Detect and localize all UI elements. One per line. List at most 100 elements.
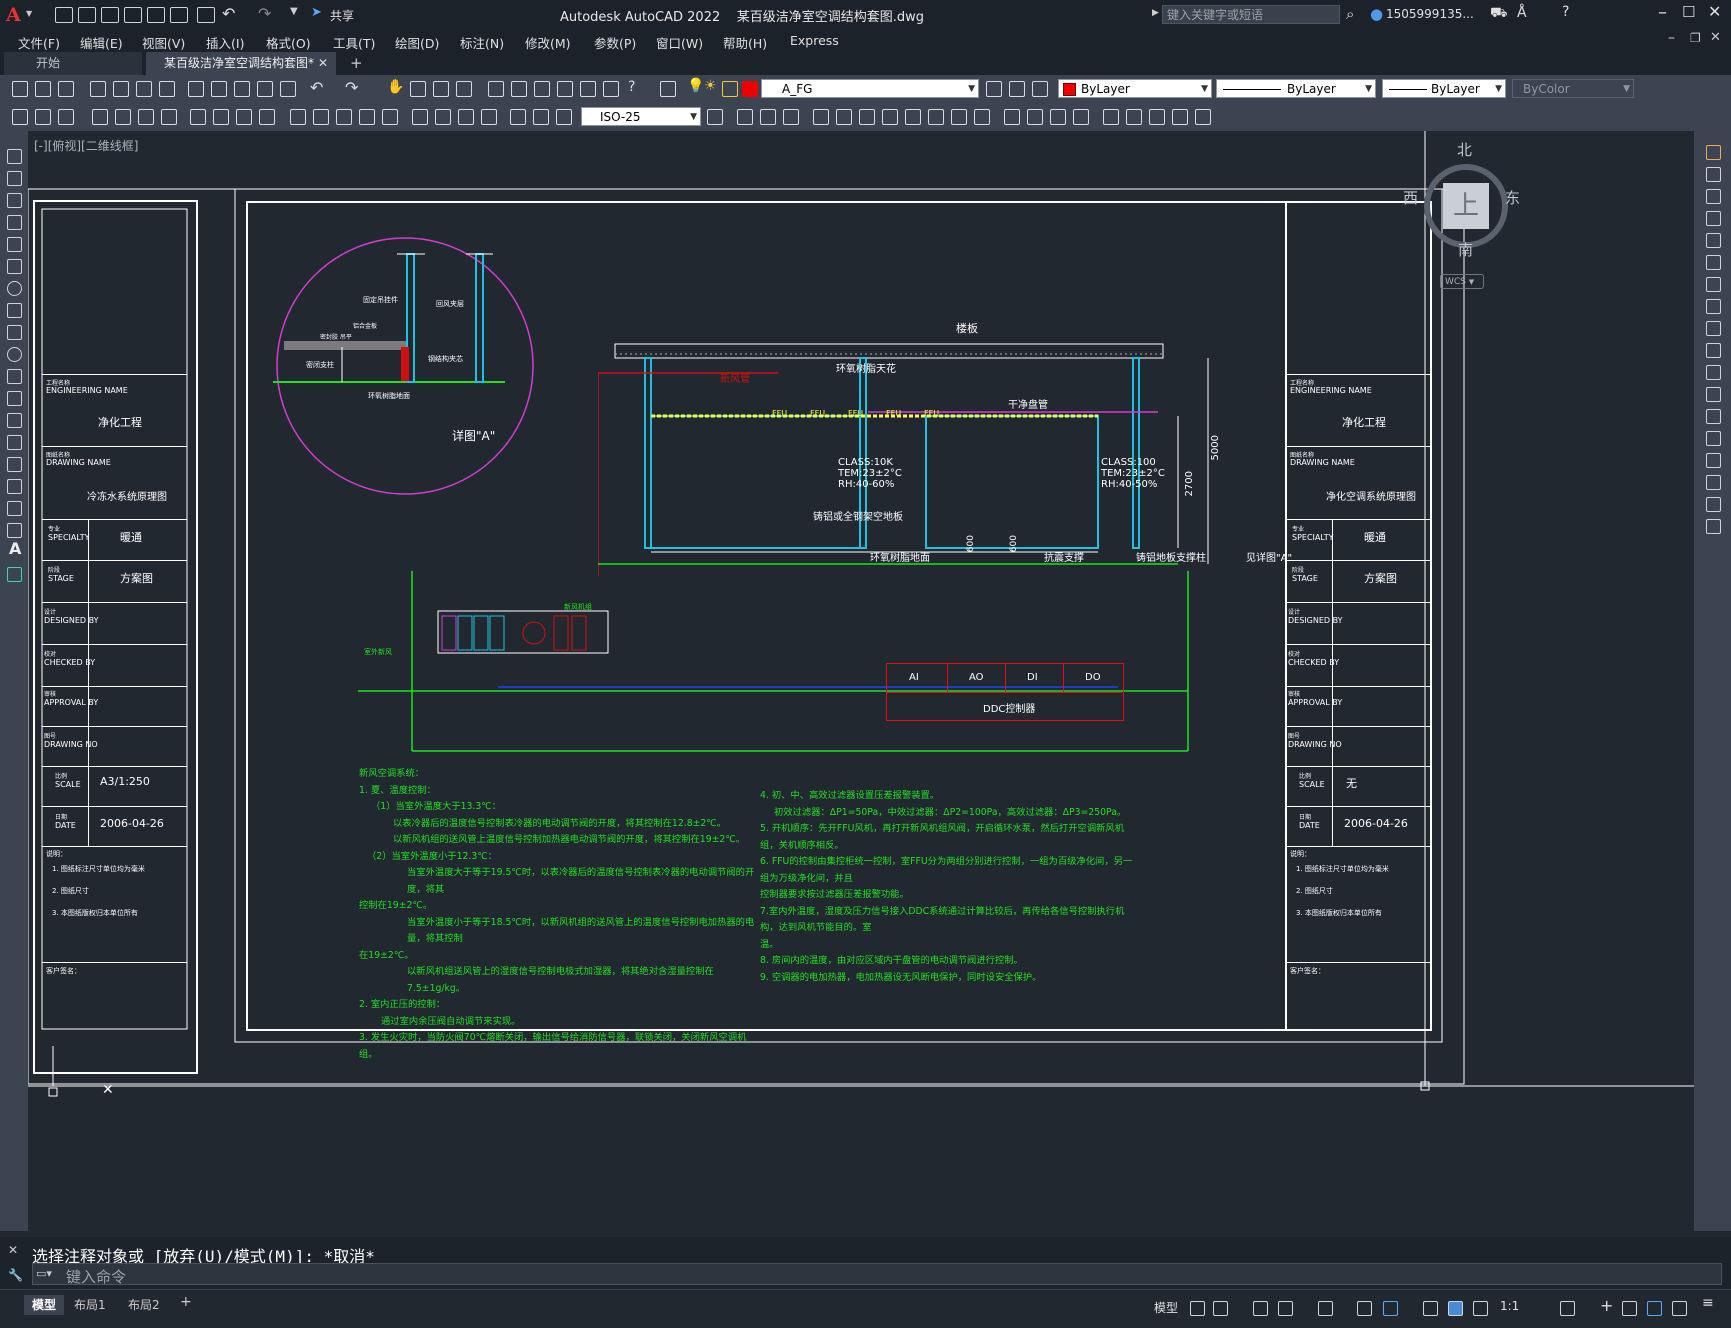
- maximize-icon[interactable]: ☐: [1682, 3, 1695, 21]
- fillet-tool-icon[interactable]: [1706, 475, 1721, 490]
- doc-minimize-icon[interactable]: –: [1668, 30, 1675, 46]
- plotstyle-dropdown[interactable]: ByColor ▼: [1512, 79, 1634, 98]
- share-button[interactable]: 共享: [330, 7, 354, 24]
- extend-tool-icon[interactable]: [1706, 365, 1721, 380]
- angular-dim-icon[interactable]: [259, 109, 275, 125]
- offset-icon[interactable]: [813, 109, 829, 125]
- center-mark-icon[interactable]: [435, 109, 451, 125]
- extend-icon[interactable]: [974, 109, 990, 125]
- new-tab-plus-icon[interactable]: +: [350, 54, 363, 72]
- auto-scale-icon[interactable]: [1473, 1301, 1488, 1316]
- menu-view[interactable]: 视图(V): [142, 33, 185, 52]
- selection-cycling-icon[interactable]: [1423, 1301, 1438, 1316]
- make-block-icon[interactable]: [7, 413, 22, 428]
- polyline-icon[interactable]: [7, 193, 22, 208]
- clean-screen-icon[interactable]: [1672, 1301, 1687, 1316]
- keyword-search-input[interactable]: 键入关键字或短语: [1162, 5, 1340, 24]
- add-selected-icon[interactable]: [7, 567, 22, 582]
- properties-icon[interactable]: [488, 81, 504, 97]
- markup-icon[interactable]: [580, 81, 596, 97]
- menu-modify[interactable]: 修改(M): [525, 33, 571, 52]
- match-properties-icon[interactable]: [1126, 109, 1142, 125]
- inspect-icon[interactable]: [458, 109, 474, 125]
- publish-icon[interactable]: [136, 81, 152, 97]
- close-cmd-icon[interactable]: ✕: [8, 1243, 18, 1257]
- menu-draw[interactable]: 绘图(D): [395, 33, 439, 52]
- new-file-icon[interactable]: [55, 7, 73, 23]
- construction-line-icon[interactable]: [7, 171, 22, 186]
- table-icon[interactable]: [7, 523, 22, 538]
- viewcube-west[interactable]: 西: [1403, 187, 1418, 208]
- viewcube-top-face[interactable]: 上: [1443, 183, 1489, 229]
- dimstyle-manager-icon[interactable]: [707, 109, 723, 125]
- blend-curves-icon[interactable]: [1706, 497, 1721, 512]
- group-icon[interactable]: [1149, 109, 1165, 125]
- viewcube-east[interactable]: 东: [1505, 187, 1520, 208]
- tab-close-icon[interactable]: ✕: [318, 52, 328, 75]
- draworder-icon[interactable]: [12, 109, 28, 125]
- erase-tool-icon[interactable]: [1706, 145, 1721, 160]
- mirror-tool-icon[interactable]: [1706, 189, 1721, 204]
- annotation-scale[interactable]: 1:1: [1500, 1299, 1519, 1313]
- quickcalc-icon[interactable]: [603, 81, 619, 97]
- rectangle-icon[interactable]: [7, 237, 22, 252]
- command-recent-icon[interactable]: ▭▾: [36, 1267, 52, 1280]
- zoom-realtime-icon[interactable]: [410, 81, 426, 97]
- user-icon[interactable]: ●: [1370, 5, 1383, 23]
- line-tool-icon[interactable]: [7, 149, 22, 164]
- ortho-icon[interactable]: [1253, 1301, 1268, 1316]
- pan-icon[interactable]: ✋: [387, 79, 404, 95]
- offset-tool-icon[interactable]: [1706, 211, 1721, 226]
- layer-freeze-icon[interactable]: ☀: [704, 78, 717, 94]
- layer-on-icon[interactable]: 💡: [687, 78, 704, 94]
- polar-icon[interactable]: [1278, 1301, 1293, 1316]
- menu-parametric[interactable]: 参数(P): [594, 33, 636, 52]
- layout-tab-model[interactable]: 模型: [24, 1295, 65, 1315]
- model-space-button[interactable]: 模型: [1154, 1299, 1178, 1316]
- autocad-logo-icon[interactable]: A: [6, 4, 21, 26]
- break-point-icon[interactable]: [1706, 387, 1721, 402]
- tolerance-icon[interactable]: [412, 109, 428, 125]
- match-prop-icon[interactable]: [257, 81, 273, 97]
- wcs-menu[interactable]: WCS ▼: [1440, 274, 1484, 289]
- scale-tool-icon[interactable]: [1706, 299, 1721, 314]
- ungroup-icon[interactable]: [1172, 109, 1188, 125]
- arc-length-icon[interactable]: [138, 109, 154, 125]
- plus-icon[interactable]: +: [1600, 1296, 1613, 1315]
- aligned-dim-icon[interactable]: [115, 109, 131, 125]
- copy-object-icon[interactable]: [760, 109, 776, 125]
- jogged-linear-icon[interactable]: [481, 109, 497, 125]
- stretch-tool-icon[interactable]: [1706, 321, 1721, 336]
- trim-tool-icon[interactable]: [1706, 343, 1721, 358]
- annotation-visibility-icon[interactable]: [1448, 1301, 1463, 1316]
- make-current-icon[interactable]: [986, 81, 1002, 97]
- customization-menu-icon[interactable]: ≡: [1702, 1295, 1714, 1311]
- help-icon[interactable]: ?: [1562, 4, 1569, 20]
- layer-dropdown[interactable]: A_FG ▼: [761, 79, 979, 98]
- grid-icon[interactable]: [1190, 1301, 1205, 1316]
- cart-icon[interactable]: ⛟: [1490, 5, 1508, 23]
- chamfer-icon[interactable]: [1050, 109, 1066, 125]
- layer-properties-icon[interactable]: [660, 81, 676, 97]
- workspace-gear-icon[interactable]: [1560, 1301, 1575, 1316]
- command-input[interactable]: [32, 1263, 1722, 1285]
- zoom-previous-icon[interactable]: [456, 81, 472, 97]
- zoom-window-icon[interactable]: [433, 81, 449, 97]
- lineweight-dropdown[interactable]: ByLayer ▼: [1382, 79, 1506, 98]
- doc-restore-icon[interactable]: ❐: [1690, 31, 1701, 45]
- ellipse-arc-icon[interactable]: [7, 369, 22, 384]
- dimstyle-dropdown[interactable]: ISO-25 ▼: [581, 107, 701, 126]
- expand-search-icon[interactable]: ▶: [1152, 8, 1159, 18]
- break-tool-icon[interactable]: [1706, 409, 1721, 424]
- radius-dim-icon[interactable]: [190, 109, 206, 125]
- hardware-accel-icon[interactable]: [1647, 1301, 1662, 1316]
- tab-start[interactable]: 开始: [4, 52, 142, 75]
- copy-icon[interactable]: [211, 81, 227, 97]
- copy-tool-icon[interactable]: [1706, 167, 1721, 182]
- mirror-icon[interactable]: [783, 109, 799, 125]
- wipeout-icon[interactable]: [1195, 109, 1211, 125]
- open-file-icon[interactable]: [78, 7, 96, 23]
- viewcube-south[interactable]: 南: [1458, 239, 1473, 260]
- snap-icon[interactable]: [1213, 1301, 1228, 1316]
- ellipse-icon[interactable]: [7, 347, 22, 362]
